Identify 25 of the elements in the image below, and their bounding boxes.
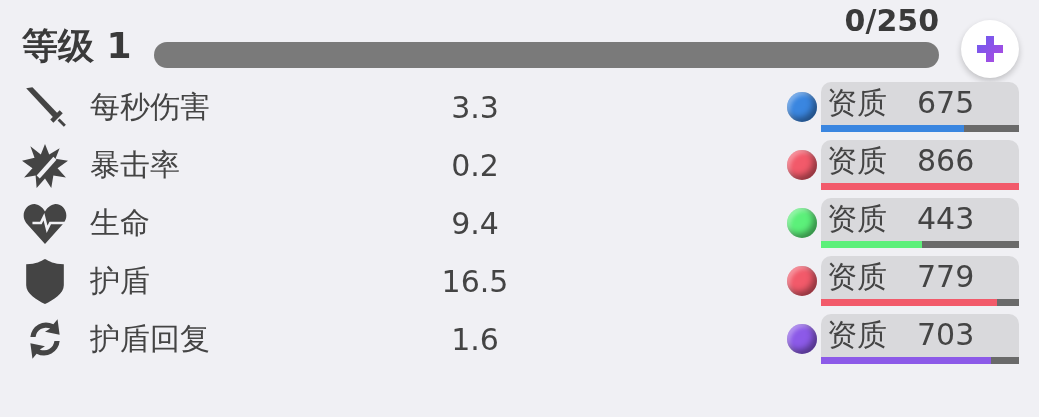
quality-label: 资质: [827, 200, 887, 238]
stat-value: 9.4: [450, 205, 500, 241]
stat-value: 1.6: [450, 321, 500, 357]
stat-name: 生命: [89, 203, 151, 242]
stat-value: 16.5: [440, 263, 510, 299]
burst-icon: [22, 142, 68, 188]
quality-label: 资质: [827, 84, 887, 122]
stat-name: 护盾回复: [89, 319, 211, 358]
quality-value: 866: [917, 142, 975, 180]
stat-value: 0.2: [450, 147, 500, 183]
stat-name: 暴击率: [89, 145, 181, 184]
quality-value: 703: [917, 316, 975, 354]
stat-name: 护盾: [89, 261, 151, 300]
level-label: 等级 1: [22, 28, 132, 68]
xp-counter: 0/250: [844, 6, 939, 36]
plus-button[interactable]: [961, 20, 1019, 78]
quality-label: 资质: [827, 258, 887, 296]
stat-value: 3.3: [450, 89, 500, 125]
plus-icon: [975, 34, 1005, 64]
quality-label: 资质: [827, 316, 887, 354]
quality-value: 779: [917, 258, 975, 296]
quality-value: 675: [917, 84, 975, 122]
quality-label: 资质: [827, 142, 887, 180]
quality-value: 443: [917, 200, 975, 238]
stat-name: 每秒伤害: [89, 87, 211, 126]
